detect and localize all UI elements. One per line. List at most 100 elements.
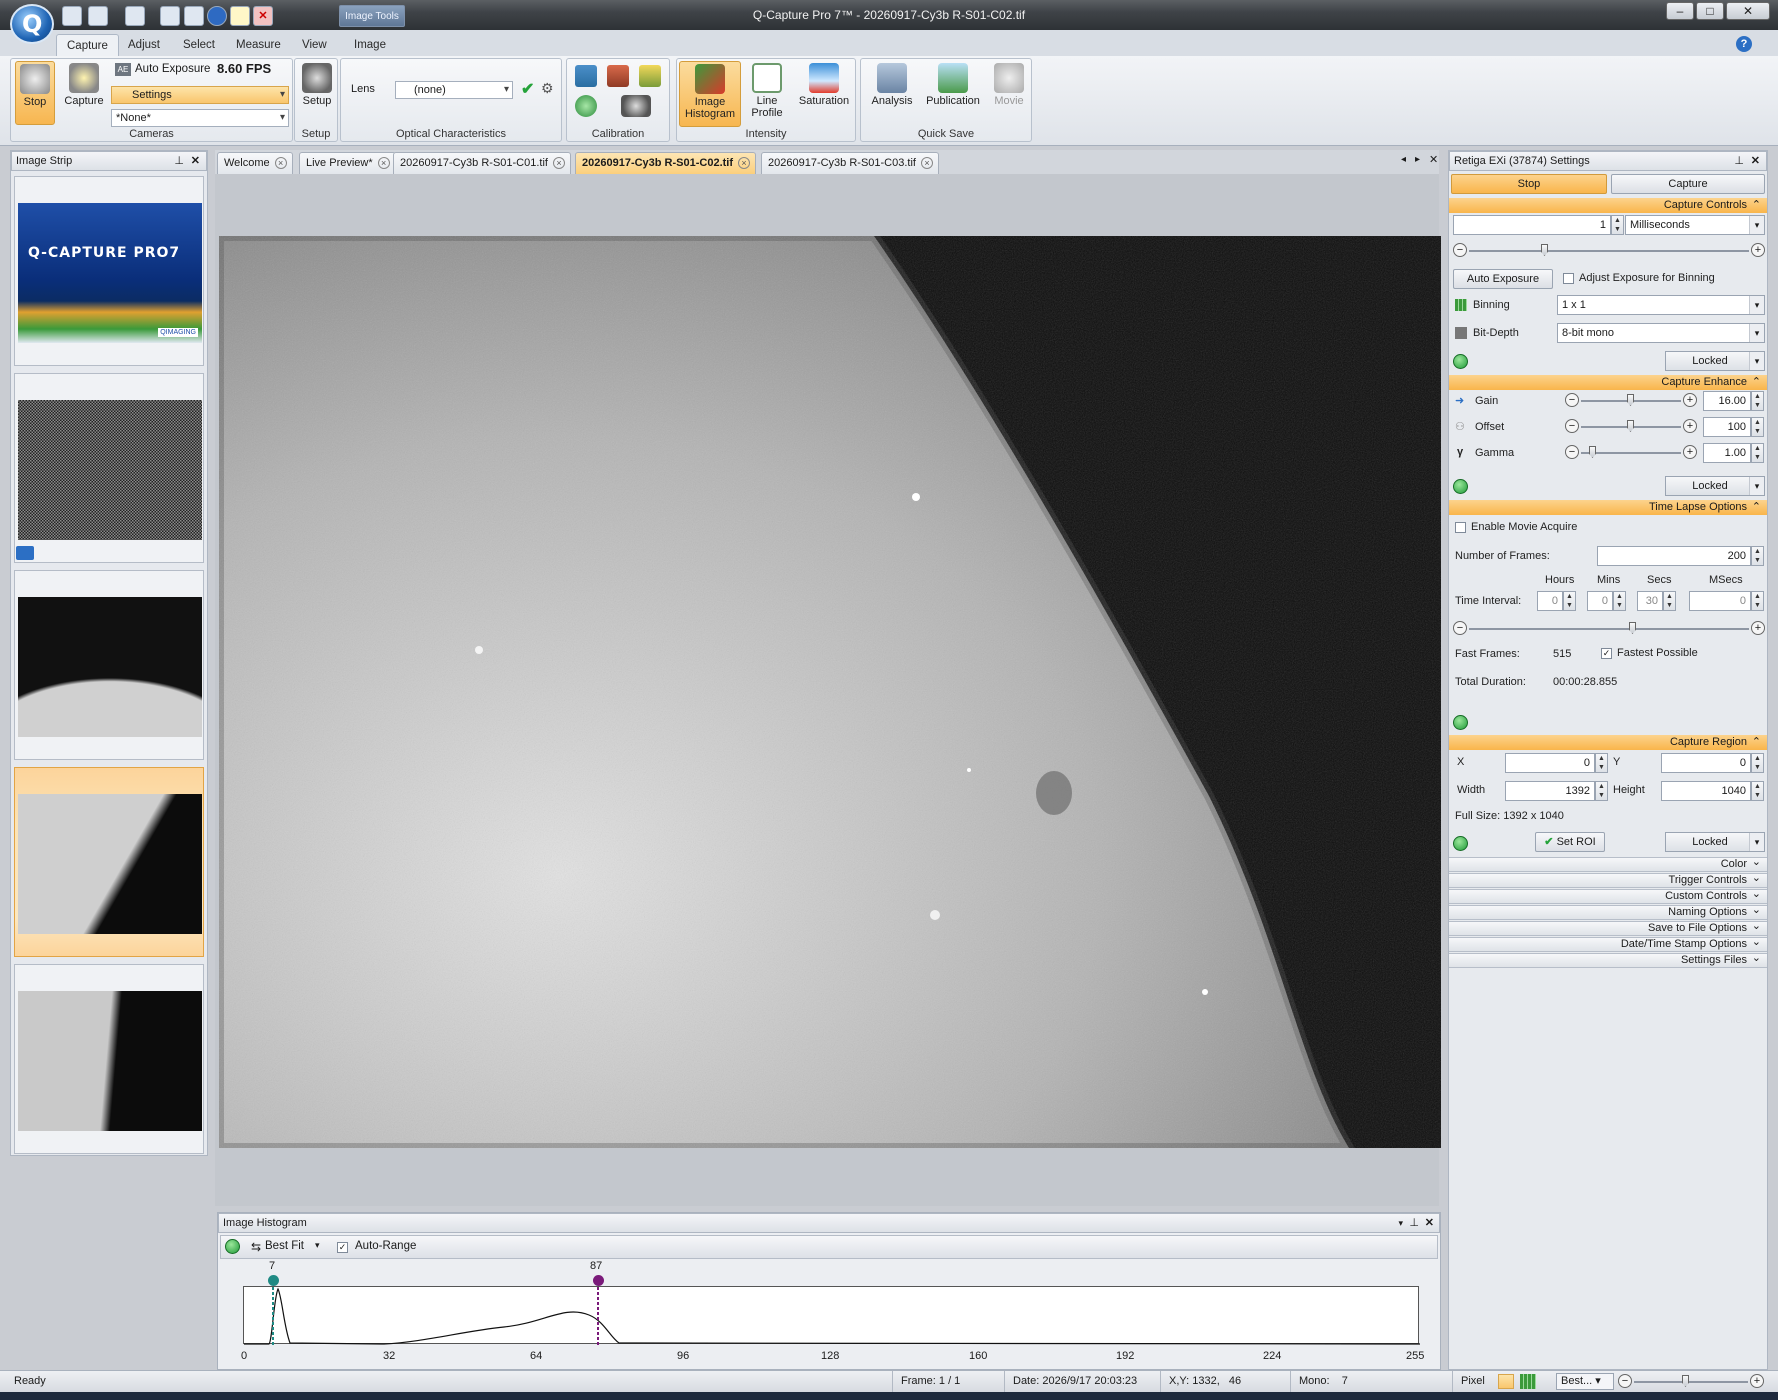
preset-dropdown[interactable]: *None*: [111, 109, 289, 127]
mins-spinner[interactable]: ▲ ▼: [1613, 591, 1626, 611]
maximize-button[interactable]: □: [1696, 2, 1724, 20]
msecs-spinner[interactable]: ▲ ▼: [1751, 591, 1764, 611]
open-icon[interactable]: [88, 6, 108, 26]
y-input[interactable]: 0: [1661, 753, 1751, 773]
tab-image[interactable]: Image: [344, 34, 396, 56]
reset-enhance-icon[interactable]: [1453, 479, 1468, 494]
scroll-right-icon[interactable]: ▸: [1415, 154, 1420, 165]
thumbnail-c01[interactable]: [14, 570, 204, 760]
app-logo-icon[interactable]: [10, 4, 54, 44]
camera-calibration-icon[interactable]: [621, 95, 651, 117]
enable-movie-checkbox[interactable]: [1455, 522, 1466, 533]
decrease-icon[interactable]: −: [1565, 445, 1579, 459]
controls-locked-select[interactable]: Locked: [1665, 351, 1765, 371]
bit-depth-select[interactable]: 8-bit mono: [1557, 323, 1765, 343]
thumbnail-c03[interactable]: [14, 964, 204, 1154]
microscope-image[interactable]: [219, 236, 1441, 1148]
tab-view[interactable]: View: [292, 34, 337, 56]
set-roi-button[interactable]: ✔ Set ROI: [1535, 832, 1605, 852]
increase-icon[interactable]: +: [1683, 393, 1697, 407]
width-input[interactable]: 1392: [1505, 781, 1595, 801]
decrease-icon[interactable]: −: [1453, 621, 1467, 635]
flat-field-icon[interactable]: [607, 65, 629, 87]
pin-icon[interactable]: ⊥: [1734, 152, 1744, 170]
capture-button[interactable]: Capture: [61, 61, 107, 125]
refresh-icon[interactable]: [225, 1239, 240, 1254]
mins-input[interactable]: 0: [1587, 591, 1613, 611]
slider-knob[interactable]: [1629, 622, 1636, 634]
refresh-calibration-icon[interactable]: [575, 95, 597, 117]
y-spinner[interactable]: ▲ ▼: [1751, 753, 1764, 773]
info-icon[interactable]: [207, 6, 227, 26]
stop-button[interactable]: Stop: [15, 61, 55, 125]
enhance-locked-select[interactable]: Locked: [1665, 476, 1765, 496]
help-icon[interactable]: ?: [1736, 36, 1752, 52]
width-spinner[interactable]: ▲ ▼: [1595, 781, 1608, 801]
lens-dropdown[interactable]: (none): [395, 81, 513, 99]
capture-enhance-header[interactable]: Capture Enhance: [1449, 375, 1767, 390]
low-marker-handle[interactable]: [268, 1275, 279, 1286]
doc-tab-welcome[interactable]: Welcome ×: [217, 152, 293, 174]
capture-region-header[interactable]: Capture Region: [1449, 735, 1767, 750]
capture-tab[interactable]: Capture: [1611, 174, 1765, 194]
time-lapse-header[interactable]: Time Lapse Options: [1449, 500, 1767, 515]
binning-select[interactable]: 1 x 1: [1557, 295, 1765, 315]
redo-icon[interactable]: [125, 6, 145, 26]
refresh-icon[interactable]: [184, 6, 204, 26]
grid-view-icon[interactable]: [1520, 1374, 1536, 1389]
close-icon[interactable]: ✕: [191, 152, 200, 170]
pointer-icon[interactable]: [230, 6, 250, 26]
histogram-plot[interactable]: [243, 1286, 1421, 1345]
pin-icon[interactable]: ⊥: [174, 152, 184, 170]
auto-exposure-button[interactable]: Auto Exposure: [1453, 269, 1553, 289]
slider-knob[interactable]: [1627, 420, 1634, 432]
gain-slider[interactable]: − +: [1565, 393, 1697, 409]
best-fit-dropdown-icon[interactable]: ▾: [315, 1240, 320, 1251]
gain-spinner[interactable]: ▲ ▼: [1751, 391, 1764, 411]
height-spinner[interactable]: ▲ ▼: [1751, 781, 1764, 801]
frames-input[interactable]: 200: [1597, 546, 1751, 566]
secs-spinner[interactable]: ▲ ▼: [1663, 591, 1676, 611]
close-all-icon[interactable]: ✕: [1429, 153, 1438, 166]
thumbnail-c02[interactable]: [14, 767, 204, 957]
increase-icon[interactable]: +: [1751, 243, 1765, 257]
tab-capture[interactable]: Capture: [56, 34, 119, 56]
tab-adjust[interactable]: Adjust: [118, 34, 170, 56]
slider-knob[interactable]: [1682, 1375, 1689, 1387]
x-spinner[interactable]: ▲ ▼: [1595, 753, 1608, 773]
close-icon[interactable]: ✕: [1751, 152, 1760, 170]
tab-close-icon[interactable]: ×: [274, 157, 287, 169]
exposure-unit-select[interactable]: Milliseconds: [1625, 215, 1765, 235]
high-marker-handle[interactable]: [593, 1275, 604, 1286]
auto-exposure-button[interactable]: Auto Exposure: [135, 63, 210, 75]
settings-dropdown[interactable]: Settings: [111, 86, 289, 104]
offset-spinner[interactable]: ▲ ▼: [1751, 417, 1764, 437]
dropdown-arrow-icon[interactable]: ▾: [1398, 1214, 1403, 1232]
date-time-stamp-section[interactable]: Date/Time Stamp Options: [1449, 936, 1767, 952]
x-input[interactable]: 0: [1505, 753, 1595, 773]
decrease-icon[interactable]: −: [1565, 419, 1579, 433]
color-section[interactable]: Color: [1449, 856, 1767, 872]
close-icon[interactable]: ✕: [1425, 1214, 1434, 1232]
exposure-input[interactable]: 1: [1453, 215, 1611, 235]
status-pixel[interactable]: Pixel: [1452, 1371, 1494, 1392]
setup-button[interactable]: Setup: [297, 61, 337, 107]
tab-close-icon[interactable]: ×: [377, 157, 390, 169]
pin-icon[interactable]: ⊥: [1409, 1214, 1419, 1232]
image-histogram-button[interactable]: Image Histogram: [679, 61, 741, 127]
settings-files-section[interactable]: Settings Files: [1449, 952, 1767, 968]
movie-button[interactable]: Movie: [987, 61, 1031, 107]
line-profile-button[interactable]: Line Profile: [745, 61, 789, 119]
height-input[interactable]: 1040: [1661, 781, 1751, 801]
gamma-spinner[interactable]: ▲ ▼: [1751, 443, 1764, 463]
msecs-input[interactable]: 0: [1689, 591, 1751, 611]
cancel-icon[interactable]: ✕: [253, 6, 273, 26]
zoom-slider[interactable]: − +: [1618, 1374, 1764, 1390]
image-view-icon[interactable]: [1498, 1374, 1514, 1389]
thumbnail-welcome[interactable]: Q-CAPTURE PRO7 QIMAGING: [14, 176, 204, 366]
zoom-in-icon[interactable]: +: [1750, 1374, 1764, 1388]
reset-time-lapse-icon[interactable]: [1453, 715, 1468, 730]
increase-icon[interactable]: +: [1683, 445, 1697, 459]
exposure-slider[interactable]: − +: [1453, 243, 1765, 259]
fastest-possible-checkbox[interactable]: ✓: [1601, 648, 1612, 659]
